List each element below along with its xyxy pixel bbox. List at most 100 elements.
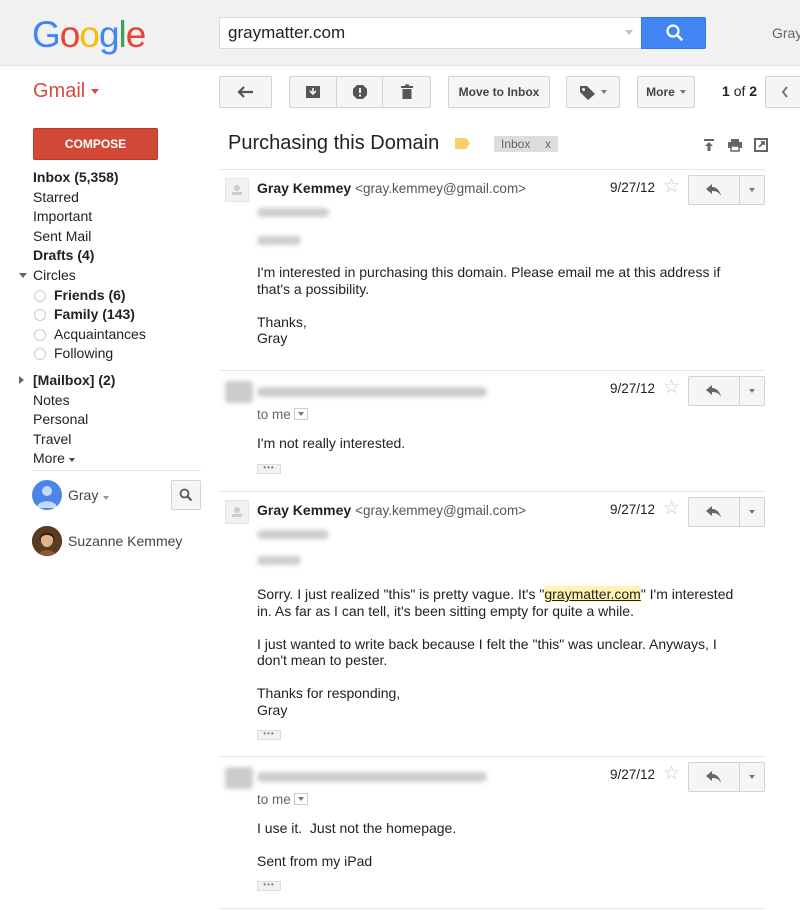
sidebar-item-mailbox[interactable]: [Mailbox] (2): [0, 371, 210, 391]
account-name[interactable]: Gray: [772, 25, 800, 41]
logo-letter: o: [79, 14, 100, 55]
sender[interactable]: Gray Kemmey <gray.kemmey@gmail.com>: [257, 502, 526, 518]
report-spam-icon: [352, 85, 367, 99]
sidebar-item-label: Friends (6): [54, 286, 126, 303]
move-to-inbox-button[interactable]: Move to Inbox: [448, 76, 550, 108]
important-marker-icon[interactable]: [455, 138, 470, 149]
report-spam-button[interactable]: [337, 77, 384, 107]
message[interactable]: Gray Kemmey <gray.kemmey@gmail.com> 9/27…: [219, 169, 765, 369]
thread-actions: [700, 136, 770, 154]
message[interactable]: 9/27/12 ☆ to me I use it. Just not the h…: [219, 756, 765, 909]
sidebar-item-family[interactable]: Family (143): [0, 305, 210, 325]
pager-current: 1: [722, 83, 730, 99]
new-window-button[interactable]: [752, 136, 770, 154]
recipients-label: to me: [257, 407, 291, 422]
logo-letter: l: [118, 14, 127, 55]
remove-label-button[interactable]: x: [545, 136, 551, 152]
avatar[interactable]: [32, 480, 62, 510]
redacted-sender: [257, 387, 487, 397]
reply-button-group: [688, 762, 765, 792]
message[interactable]: 9/27/12 ☆ to me I'm not really intereste…: [219, 370, 765, 491]
more-button-label: More: [646, 85, 675, 99]
show-details-icon[interactable]: [293, 408, 308, 421]
search-button[interactable]: [641, 17, 706, 49]
sidebar-item-personal[interactable]: Personal: [0, 410, 210, 430]
sidebar-item-circles[interactable]: Circles: [0, 266, 210, 286]
star-icon[interactable]: ☆: [663, 499, 680, 519]
sidebar-item-following[interactable]: Following: [0, 344, 210, 364]
recipients[interactable]: to me: [257, 792, 308, 807]
sidebar-item-friends[interactable]: Friends (6): [0, 286, 210, 306]
compose-button[interactable]: COMPOSE: [33, 128, 158, 160]
back-arrow-icon: [236, 86, 253, 98]
label-tag-icon: [580, 85, 595, 100]
expand-triangle-icon[interactable]: [19, 272, 27, 278]
domain-link[interactable]: graymatter.com: [544, 586, 641, 602]
search-input[interactable]: [220, 18, 610, 48]
show-trimmed-content-button[interactable]: •••: [257, 730, 281, 740]
recipients[interactable]: to me: [257, 407, 308, 422]
reply-button[interactable]: [689, 498, 740, 526]
divider: [33, 470, 201, 471]
sidebar-item-notes[interactable]: Notes: [0, 391, 210, 411]
sidebar-item-travel[interactable]: Travel: [0, 430, 210, 450]
sidebar-item-label: Acquaintances: [54, 325, 146, 342]
redacted-recipient: [257, 556, 301, 565]
chevron-down-icon: [68, 457, 75, 462]
delete-button[interactable]: [383, 77, 430, 107]
show-details-icon[interactable]: [293, 793, 308, 806]
message-paragraph: I'm interested in purchasing this domain…: [257, 264, 721, 297]
sidebar-item-label: Family (143): [54, 306, 135, 323]
sidebar-item-inbox[interactable]: Inbox (5,358): [0, 168, 210, 188]
show-trimmed-content-button[interactable]: •••: [257, 464, 281, 474]
sidebar-item-starred[interactable]: Starred: [0, 188, 210, 208]
sidebar-item-more[interactable]: More: [0, 449, 210, 469]
newer-button[interactable]: [765, 76, 800, 108]
show-trimmed-content-button[interactable]: •••: [257, 881, 281, 891]
reply-icon: [706, 184, 721, 196]
reply-icon: [706, 385, 721, 397]
reply-button[interactable]: [689, 763, 740, 791]
sidebar-item-acquaintances[interactable]: Acquaintances: [0, 325, 210, 345]
sidebar-item-important[interactable]: Important: [0, 207, 210, 227]
redacted-avatar: [225, 767, 253, 789]
contact-name[interactable]: Suzanne Kemmey: [68, 533, 182, 549]
chevron-down-icon: [749, 389, 755, 393]
logo-letter: G: [32, 14, 61, 55]
gmail-menu[interactable]: Gmail: [33, 80, 100, 103]
chevron-down-icon: [679, 90, 686, 94]
collapse-triangle-icon[interactable]: [19, 375, 24, 384]
search-box[interactable]: [219, 17, 641, 49]
logo-letter: o: [59, 14, 81, 55]
circle-icon: [34, 309, 46, 322]
star-icon[interactable]: ☆: [663, 378, 680, 398]
sender[interactable]: Gray Kemmey <gray.kemmey@gmail.com>: [257, 180, 526, 196]
message[interactable]: Gray Kemmey <gray.kemmey@gmail.com> 9/27…: [219, 491, 765, 756]
star-icon[interactable]: ☆: [663, 177, 680, 197]
more-button[interactable]: More: [637, 76, 695, 108]
reply-button[interactable]: [689, 377, 740, 405]
star-icon[interactable]: ☆: [663, 764, 680, 784]
hangouts-user[interactable]: Gray: [68, 487, 110, 503]
message-options-button[interactable]: [740, 377, 764, 405]
hangouts-user-name: Gray: [68, 487, 99, 503]
google-logo[interactable]: Google: [32, 14, 146, 56]
contact-avatar[interactable]: [32, 526, 62, 556]
message-options-button[interactable]: [740, 176, 764, 204]
message-options-button[interactable]: [740, 498, 764, 526]
back-button[interactable]: [219, 76, 272, 108]
contact-search-button[interactable]: [171, 480, 201, 510]
message-options-button[interactable]: [740, 763, 764, 791]
print-button[interactable]: [726, 136, 744, 154]
sidebar-item-drafts[interactable]: Drafts (4): [0, 246, 210, 266]
search-options-caret-icon[interactable]: [625, 30, 633, 35]
avatar: [225, 178, 249, 202]
labels-button[interactable]: [566, 76, 620, 108]
contact-photo: [32, 526, 62, 556]
archive-button[interactable]: [290, 77, 337, 107]
sidebar-item-sent-mail[interactable]: Sent Mail: [0, 227, 210, 247]
expand-all-button[interactable]: [700, 136, 718, 154]
reply-button[interactable]: [689, 176, 740, 204]
chevron-left-icon: [781, 86, 788, 98]
inbox-label-chip[interactable]: Inbox x: [494, 136, 558, 152]
